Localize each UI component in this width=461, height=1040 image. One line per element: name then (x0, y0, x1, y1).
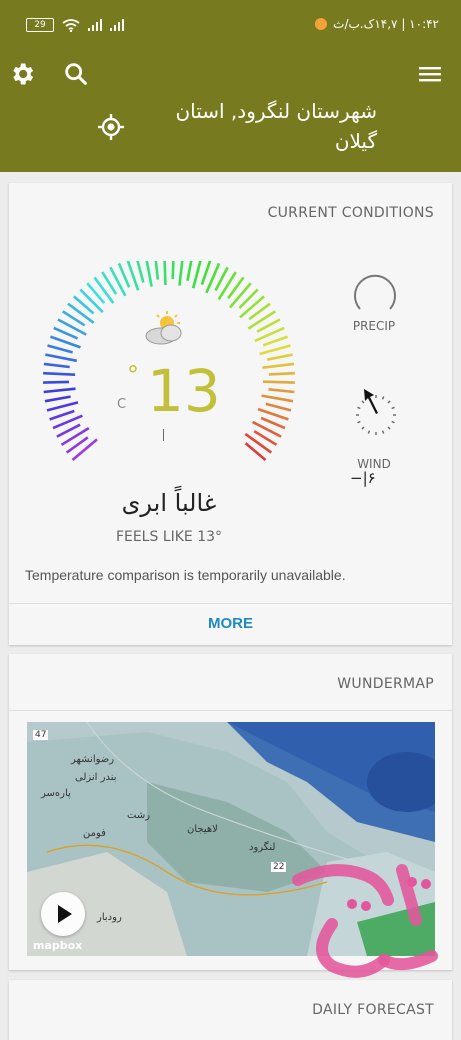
search-icon[interactable] (62, 60, 90, 88)
compass-tick (361, 400, 365, 404)
gauge-tick (268, 388, 295, 394)
gauge-tick (60, 426, 90, 446)
status-left: 29 (26, 18, 124, 32)
gauge-tick (163, 261, 167, 286)
temperature-unit: C (117, 397, 127, 412)
compass-tick (357, 420, 361, 424)
map-label: رضوانشهر (71, 754, 115, 765)
gauge-tick (43, 362, 70, 369)
gauge-tick (262, 335, 289, 347)
gauge-tick (44, 395, 71, 403)
play-button[interactable] (41, 892, 85, 936)
map-label: بندر انزلی (75, 772, 117, 783)
gauge-tick (79, 288, 104, 314)
gauge-tick (43, 371, 76, 376)
wundermap-title: WUNDERMAP (337, 676, 434, 692)
gauge-tick (136, 261, 145, 283)
locate-icon[interactable] (96, 112, 126, 142)
battery-icon: 29 (26, 18, 54, 32)
map-label: لاهیجان (187, 824, 218, 835)
gauge-tick (259, 344, 291, 356)
map-label: لنگرود (249, 842, 276, 853)
gauge-tick (49, 409, 75, 421)
current-conditions-card: CURRENT CONDITIONS ° 13 C غالباً ابری FE… (9, 183, 452, 645)
gauge-tick (178, 261, 184, 286)
gauge-tick (154, 261, 160, 280)
compass-tick (387, 426, 391, 430)
daily-forecast-card: DAILY FORECAST (9, 980, 452, 1040)
precip-gauge (354, 274, 396, 310)
gauge-tick (266, 353, 293, 361)
condition-text: غالباً ابری (121, 489, 217, 517)
gauge-tick (43, 387, 76, 394)
partly-cloudy-icon (145, 311, 182, 345)
gauge-tick (239, 295, 265, 319)
gauge-tick (171, 261, 175, 280)
gauge-tick (45, 353, 78, 363)
app-header: شهرستان لنگرود, استان گیلان (0, 52, 461, 172)
precip-label: PRECIP (352, 319, 396, 333)
status-right: ۱۰:۴۲ | ۱۴,۷ک.ب/ث (315, 17, 439, 31)
temperature-value: 13 (147, 357, 221, 425)
compass-tick (381, 396, 385, 400)
gauge-tick (268, 371, 295, 376)
temperature-degree: ° (127, 361, 139, 389)
gauge-tick (67, 302, 95, 324)
compass-tick (387, 400, 391, 404)
divider (9, 710, 452, 711)
gauge-tick (261, 394, 294, 403)
wind-value: −|۶ (350, 469, 376, 487)
wind-arrow-icon (364, 389, 378, 414)
app-notification-icon (315, 18, 328, 30)
daily-forecast-title: DAILY FORECAST (312, 1002, 434, 1018)
more-button[interactable]: MORE (9, 615, 452, 632)
gauge-tick (43, 380, 70, 384)
gauge-tick (247, 310, 276, 330)
gauge-tick (145, 261, 153, 287)
road-badge: 47 (33, 730, 49, 740)
gauge-tick (47, 344, 73, 354)
gauge-tick (217, 271, 237, 300)
gauge-tick (200, 261, 212, 286)
wind-compass (356, 389, 396, 435)
map-label: رودبار (97, 912, 122, 923)
status-bar: 29 ۱۰:۴۲ | ۱۴,۷ک.ب/ث (0, 0, 461, 52)
feels-like-text: FEELS LIKE 13° (115, 529, 223, 545)
gear-icon[interactable] (8, 60, 36, 88)
compass-tick (361, 426, 365, 430)
map-label: پاره‌سر (41, 788, 71, 799)
gauge-tick (186, 261, 193, 281)
current-conditions-title: CURRENT CONDITIONS (267, 205, 434, 221)
compass-tick (391, 406, 395, 410)
gauge-tick (71, 438, 98, 461)
compass-tick (391, 420, 395, 424)
gauge-tick (262, 380, 295, 384)
gauge-tick (244, 432, 273, 454)
gauge-tick (229, 282, 252, 309)
road-badge: 22 (271, 862, 287, 872)
gauge-tick (191, 261, 202, 289)
temperature-comparison-text: Temperature comparison is temporarily un… (25, 567, 346, 583)
gauge-tick (265, 402, 292, 412)
compass-tick (357, 406, 361, 410)
map-label: فومن (83, 828, 106, 839)
watermark-logo (292, 864, 438, 978)
menu-icon[interactable] (417, 62, 443, 86)
wifi-icon (62, 18, 80, 32)
map-label: رشت (127, 810, 151, 821)
gauge-tick (46, 401, 79, 412)
location-title[interactable]: شهرستان لنگرود, استان گیلان (157, 96, 377, 156)
gauge-tick (260, 416, 286, 430)
gauge-tick (93, 276, 115, 304)
compass-tick (381, 430, 385, 434)
temperature-tick (163, 429, 164, 441)
status-time: ۱۰:۴۲ | ۱۴,۷ک.ب/ث (333, 17, 439, 31)
compass-tick (367, 430, 371, 434)
signal-icon (88, 19, 102, 31)
divider (9, 603, 452, 604)
gauge-tick (262, 362, 295, 369)
gauge-tick (117, 262, 131, 288)
mapbox-logo: mapbox (33, 939, 83, 952)
signal-icon-2 (110, 19, 124, 31)
